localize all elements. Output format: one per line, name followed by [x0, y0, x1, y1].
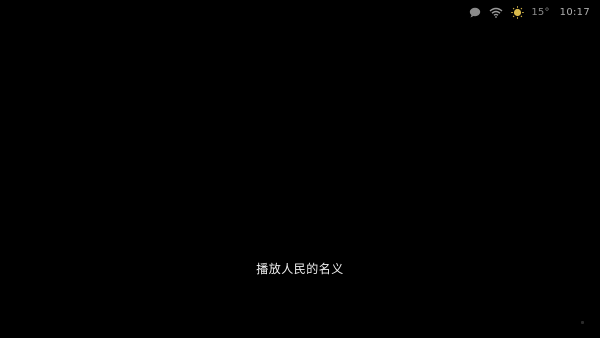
- wifi-icon[interactable]: [489, 5, 503, 19]
- message-icon[interactable]: [468, 5, 482, 19]
- voice-prompt-text: 播放人民的名义: [256, 262, 344, 276]
- weather-sun-icon[interactable]: [510, 5, 524, 19]
- status-bar: 15° 10:17: [468, 4, 590, 20]
- tv-screen: 15° 10:17 播放人民的名义: [0, 0, 600, 338]
- corner-indicator: [581, 321, 584, 324]
- clock-time: 10:17: [559, 6, 590, 18]
- temperature-label: 15°: [531, 6, 550, 18]
